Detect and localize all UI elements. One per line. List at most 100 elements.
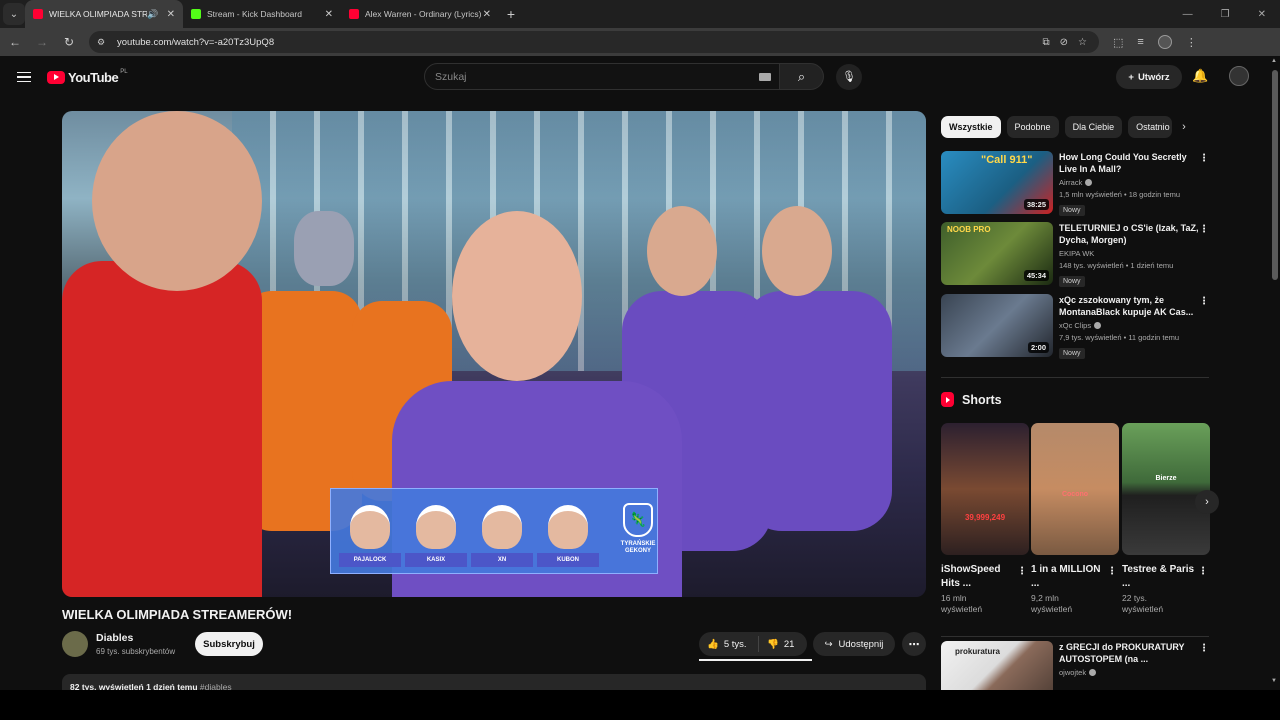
member-face xyxy=(416,505,456,549)
tab-close-icon[interactable]: ✕ xyxy=(167,9,175,20)
member-face xyxy=(482,505,522,549)
tab-search-icon[interactable]: ⌄ xyxy=(3,3,25,25)
profile-avatar-icon[interactable] xyxy=(1157,35,1172,49)
media-controls-icon[interactable]: ≡ xyxy=(1137,36,1143,48)
browser-tab-2[interactable]: Stream - Kick Dashboard ✕ xyxy=(183,0,341,28)
video-thumbnail[interactable]: NOOB PRO 45:34 xyxy=(941,222,1053,285)
short-title[interactable]: iShowSpeed Hits ... xyxy=(941,563,1015,591)
window-close-icon[interactable]: ✕ xyxy=(1258,9,1266,20)
recommendation-item[interactable]: 2:00 xQc zszokowany tym, że MontanaBlack… xyxy=(941,294,1211,359)
site-info-icon[interactable]: ⚙ xyxy=(97,37,109,47)
recommendation-item[interactable]: NOOB PRO 45:34 TELETURNIEJ o CS'ie (Izak… xyxy=(941,222,1211,287)
more-options-icon[interactable]: ⋮ xyxy=(1017,566,1027,577)
chip-recent[interactable]: Ostatnio xyxy=(1128,116,1173,138)
account-avatar[interactable] xyxy=(1229,66,1249,86)
subscribe-button[interactable]: Subskrybuj xyxy=(195,632,263,656)
channel-label: xQc Clips xyxy=(1059,321,1092,330)
create-button[interactable]: + Utwórz xyxy=(1116,65,1182,89)
channel-name[interactable]: ojwojtek xyxy=(1059,668,1199,677)
taskbar-area xyxy=(0,690,1280,720)
browser-tab-3[interactable]: Alex Warren - Ordinary (Lyrics) ✕ xyxy=(341,0,499,28)
filter-chips: Wszystkie Podobne Dla Ciebie Ostatnio › xyxy=(941,116,1186,138)
speaker-icon[interactable]: 🔊 xyxy=(147,9,158,20)
chip-for-you[interactable]: Dla Ciebie xyxy=(1064,116,1123,138)
search-button[interactable]: ⌕ xyxy=(780,63,824,90)
install-app-icon[interactable]: ⧉ xyxy=(1043,37,1050,48)
team-member-card: KASIX xyxy=(405,491,467,567)
channel-name[interactable]: Diables xyxy=(96,632,133,644)
duration-badge: 38:25 xyxy=(1023,199,1049,210)
bookmark-star-icon[interactable]: ☆ xyxy=(1078,37,1087,48)
reload-icon[interactable]: ↻ xyxy=(57,35,81,49)
video-title[interactable]: How Long Could You Secretly Live In A Ma… xyxy=(1059,151,1199,176)
short-title[interactable]: Testree & Paris ... xyxy=(1122,563,1196,591)
minimize-icon[interactable]: — xyxy=(1183,9,1193,20)
short-thumbnail[interactable]: Bierze xyxy=(1122,423,1210,555)
scroll-up-icon[interactable]: ▲ xyxy=(1271,58,1277,64)
section-divider xyxy=(941,636,1209,637)
notifications-bell-icon[interactable]: 🔔 xyxy=(1192,68,1208,84)
short-title[interactable]: 1 in a MILLION ... xyxy=(1031,563,1105,591)
short-item[interactable]: Bierze Testree & Paris ... 22 tys. wyświ… xyxy=(1122,423,1210,616)
channel-avatar[interactable] xyxy=(62,631,88,657)
share-button[interactable]: ↪ Udostępnij xyxy=(813,632,895,656)
team-member-card: PAJALOCK xyxy=(339,491,401,567)
video-title[interactable]: z GRECJI do PROKURATURY AUTOSTOPEM (na .… xyxy=(1059,641,1199,666)
scrollbar-thumb[interactable] xyxy=(1272,70,1278,280)
video-player[interactable]: PAJALOCK KASIX XN KUBON 🦎 TYRAŃSKIE GEKO… xyxy=(62,111,926,597)
tab-close-icon[interactable]: ✕ xyxy=(483,9,491,20)
tab-title: Stream - Kick Dashboard xyxy=(207,9,302,19)
shorts-next-icon[interactable]: › xyxy=(1195,490,1219,514)
more-options-icon[interactable]: ⋮ xyxy=(1199,296,1209,307)
more-options-icon[interactable]: ⋮ xyxy=(1198,566,1208,577)
thumbnail-text: "Call 911" xyxy=(981,154,1033,166)
video-title[interactable]: xQc zszokowany tym, że MontanaBlack kupu… xyxy=(1059,294,1199,319)
share-icon: ↪ xyxy=(824,638,833,650)
extensions-icon[interactable]: ⬚ xyxy=(1113,36,1123,49)
section-divider xyxy=(941,377,1209,378)
youtube-logo[interactable]: YouTube PL xyxy=(47,69,128,85)
video-thumbnail[interactable]: 2:00 xyxy=(941,294,1053,357)
short-thumbnail[interactable]: 39,999,249 xyxy=(941,423,1029,555)
person-head-3 xyxy=(762,206,832,296)
address-bar[interactable]: ⚙ youtube.com/watch?v=-a20Tz3UpQ8 ⧉ ⊘ ☆ xyxy=(89,31,1099,53)
channel-name[interactable]: xQc Clips xyxy=(1059,321,1199,330)
tab-close-icon[interactable]: ✕ xyxy=(325,9,333,20)
voice-search-button[interactable]: 🎙 xyxy=(836,63,862,90)
browser-menu-icon[interactable]: ⋮ xyxy=(1186,36,1197,49)
dislike-button[interactable]: 👎 21 xyxy=(759,639,794,650)
channel-name[interactable]: EKIPA WK xyxy=(1059,249,1199,258)
keyboard-icon[interactable] xyxy=(759,72,771,81)
video-title[interactable]: TELETURNIEJ o CS'ie (Izak, TaZ, Dycha, M… xyxy=(1059,222,1199,247)
short-item[interactable]: 39,999,249 iShowSpeed Hits ... 16 mln wy… xyxy=(941,423,1029,616)
more-options-icon[interactable]: ⋮ xyxy=(1199,153,1209,164)
youtube-header: YouTube PL Szukaj ⌕ 🎙 + Utwórz 🔔 xyxy=(0,56,1270,98)
chevron-right-icon[interactable]: › xyxy=(1182,121,1186,133)
recommendation-item[interactable]: "Call 911" 38:25 How Long Could You Secr… xyxy=(941,151,1211,216)
page-scrollbar[interactable]: ▲ ▼ xyxy=(1270,56,1280,690)
search-input[interactable]: Szukaj xyxy=(424,63,780,90)
chip-related[interactable]: Podobne xyxy=(1006,116,1059,138)
more-options-icon[interactable]: ⋮ xyxy=(1107,566,1117,577)
more-options-icon[interactable]: ⋮ xyxy=(1199,643,1209,654)
chip-all[interactable]: Wszystkie xyxy=(941,116,1001,138)
like-button[interactable]: 👍 5 tys. xyxy=(699,636,759,652)
more-actions-icon[interactable]: ⋯ xyxy=(902,632,926,656)
new-tab-icon[interactable]: + xyxy=(499,6,523,22)
browser-tab-1[interactable]: WIELKA OLIMPIADA STREAMERÓW! 🔊 ✕ xyxy=(25,0,183,28)
channel-name[interactable]: Airrack xyxy=(1059,178,1199,187)
shorts-title: Shorts xyxy=(962,392,1002,407)
member-name: KUBON xyxy=(537,553,599,567)
scroll-down-icon[interactable]: ▼ xyxy=(1271,678,1277,684)
short-item[interactable]: Cocono 1 in a MILLION ... 9,2 mln wyświe… xyxy=(1031,423,1119,616)
back-icon[interactable]: ← xyxy=(3,35,27,49)
tracking-protection-icon[interactable]: ⊘ xyxy=(1060,37,1068,48)
short-thumbnail[interactable]: Cocono xyxy=(1031,423,1119,555)
maximize-icon[interactable]: ❐ xyxy=(1221,9,1230,20)
more-options-icon[interactable]: ⋮ xyxy=(1199,224,1209,235)
menu-icon[interactable] xyxy=(17,71,31,83)
channel-row: Diables 69 tys. subskrybentów Subskrybuj… xyxy=(62,630,926,661)
video-thumbnail[interactable]: "Call 911" 38:25 xyxy=(941,151,1053,214)
search-placeholder: Szukaj xyxy=(435,70,467,83)
forward-icon[interactable]: → xyxy=(30,35,54,49)
